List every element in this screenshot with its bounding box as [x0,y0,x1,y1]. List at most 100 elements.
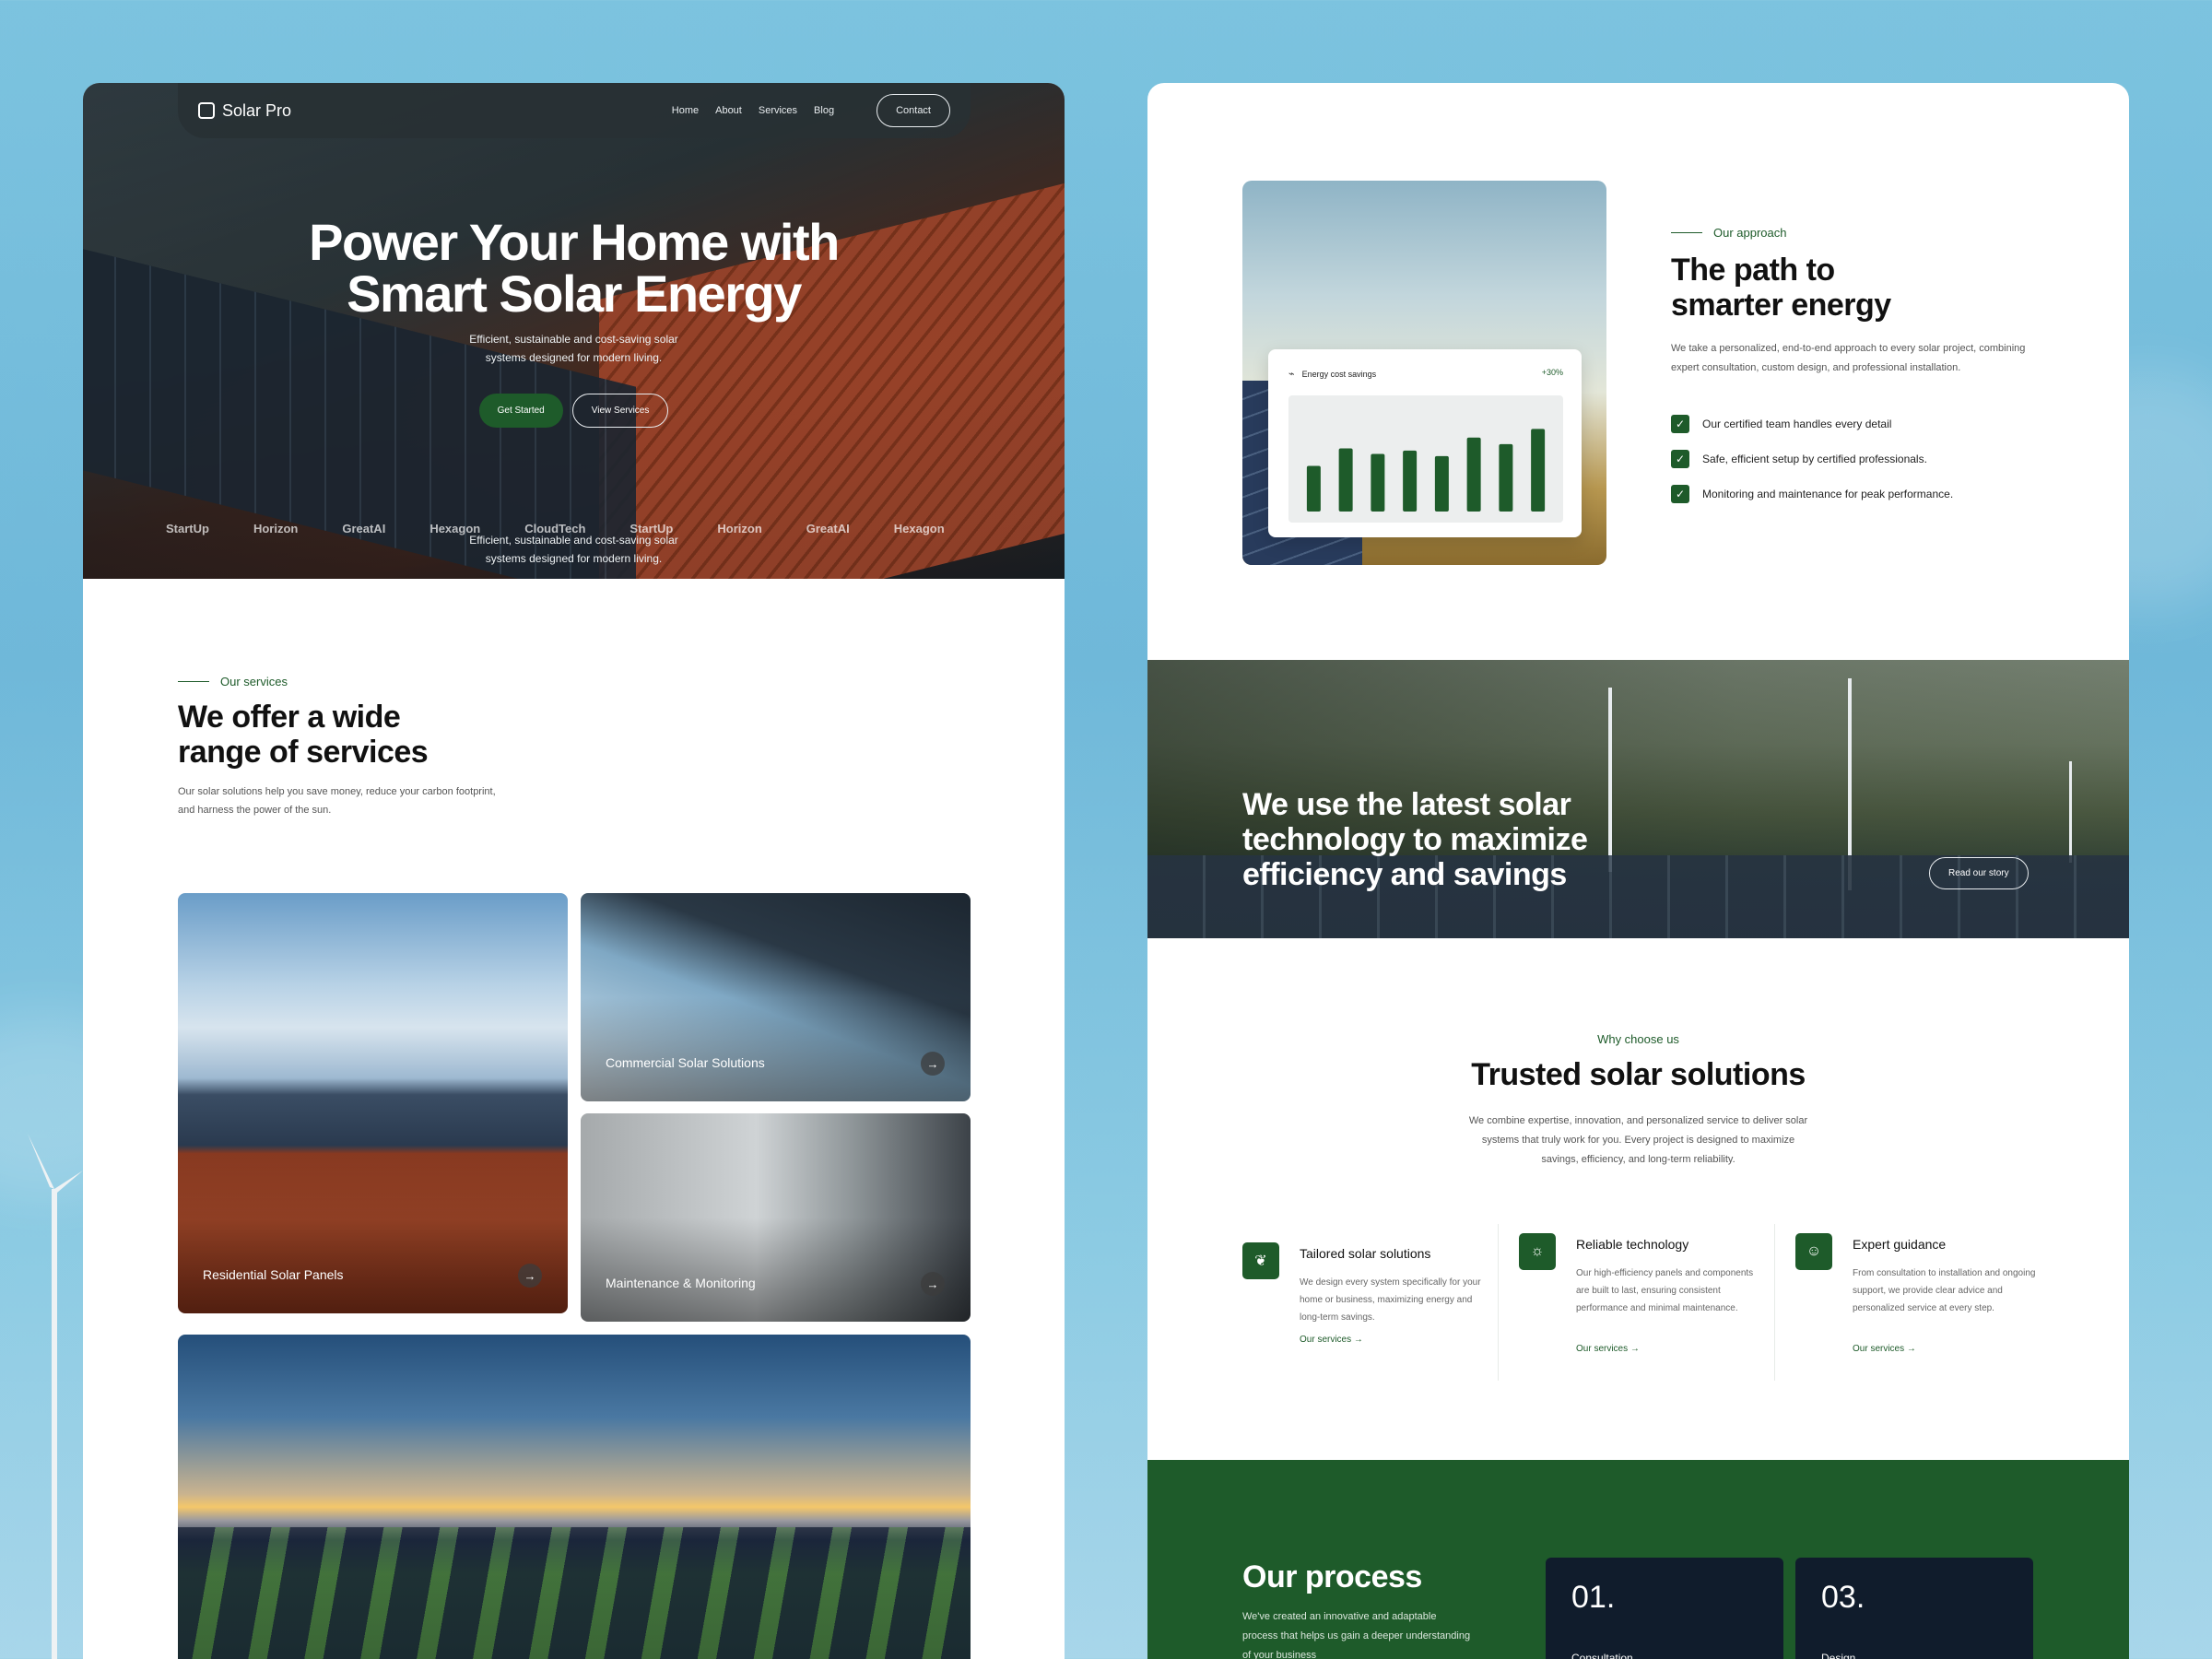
checklist-text: Our certified team handles every detail [1702,418,1892,430]
landing-page-right: ⌁ Energy cost savings +30% Our approach … [1147,83,2129,1659]
chart-bar-7 [1499,443,1513,512]
technology-banner: We use the latest solar technology to ma… [1147,660,2129,938]
hero-subtitle-line: Efficient, sustainable and cost-saving s… [469,333,678,346]
hero-subtitle-line: systems designed for modern living. [485,552,663,565]
energy-savings-chart-card: ⌁ Energy cost savings +30% [1268,349,1582,537]
process-title: Our process [1242,1559,1422,1594]
hero-subtitle-line: Efficient, sustainable and cost-saving s… [469,534,678,547]
our-services-link[interactable]: Our services → [1300,1335,1363,1345]
solar-farm-image [178,1335,971,1659]
step-label: Consultation [1571,1652,1633,1659]
leaf-icon: ❦ [1242,1242,1279,1279]
feature-text: From consultation to installation and on… [1853,1268,2036,1313]
services-title-line: range of services [178,735,429,770]
nav-about-link[interactable]: About [715,105,742,116]
services-title: We offer a wide range of services [178,700,510,770]
step-number: 01. [1571,1580,1616,1615]
logo[interactable]: Solar Pro [198,101,291,121]
approach-title-line: smarter energy [1671,288,1891,323]
banner-headline-line: technology to maximize [1242,822,1588,857]
services-description: Our solar solutions help you save money,… [178,786,496,816]
why-eyebrow: Why choose us [1597,1032,1679,1046]
services-eyebrow-text: Our services [220,675,288,688]
service-card-maintenance[interactable]: Maintenance & Monitoring → [581,1113,971,1322]
checkmark-icon: ✓ [1671,485,1689,503]
approach-eyebrow: Our approach [1671,226,2040,240]
chart-bar-2 [1338,448,1353,512]
hero-title-line: Power Your Home with [309,213,840,271]
wind-turbine-image [1608,688,1612,872]
process-step-card[interactable]: 01. Consultation [1546,1558,1783,1659]
checkmark-icon: ✓ [1671,450,1689,468]
top-navbar: Solar Pro Home About Services Blog Conta… [178,83,971,138]
chart-bar-3 [1371,453,1385,512]
hero-subtitle: Efficient, sustainable and cost-saving s… [83,330,1065,367]
why-title: Trusted solar solutions [1471,1057,1806,1092]
checkmark-icon: ✓ [1671,415,1689,433]
sun-icon: ☼ [1519,1233,1556,1270]
approach-eyebrow-text: Our approach [1713,226,1787,240]
services-eyebrow: Our services [178,675,510,688]
feature-title: Expert guidance [1853,1237,1947,1252]
approach-title: The path to smarter energy [1671,253,2040,323]
arrow-right-icon[interactable]: → [921,1052,945,1076]
checklist-text: Safe, efficient setup by certified profe… [1702,453,1927,465]
nav-blog-link[interactable]: Blog [814,105,834,116]
chart-plot-area [1288,395,1563,523]
process-description-line: of your business [1242,1650,1317,1659]
feature-title: Reliable technology [1576,1237,1689,1252]
chart-bar-4 [1403,450,1418,512]
get-started-button[interactable]: Get Started [478,394,563,428]
contact-button[interactable]: Contact [877,94,950,127]
service-card-label: Commercial Solar Solutions [606,1055,765,1070]
checklist-item: ✓ Safe, efficient setup by certified pro… [1671,450,2040,468]
feature-tailored: ❦ Tailored solar solutions We design eve… [1242,1242,1510,1390]
service-card-commercial[interactable]: Commercial Solar Solutions → [581,893,971,1101]
hero-buttons: Get Started View Services [83,394,1065,428]
logo-icon [198,102,215,119]
user-icon: ☺ [1795,1233,1832,1270]
eyebrow-divider [178,680,209,683]
nav-home-link[interactable]: Home [672,105,699,116]
feature-divider [1774,1224,1775,1381]
feature-expert: ☺ Expert guidance From consultation to i… [1795,1233,2063,1390]
approach-title-line: The path to [1671,253,1835,288]
step-label: Design [1821,1652,1856,1659]
process-step-card[interactable]: 03. Design [1795,1558,2033,1659]
service-card-residential[interactable]: Residential Solar Panels → [178,893,568,1313]
service-card-label: Maintenance & Monitoring [606,1276,756,1290]
process-description-line: We've created an innovative and adaptabl… [1242,1611,1437,1622]
feature-divider [1498,1224,1499,1381]
read-our-story-button[interactable]: Read our story [1929,857,2029,889]
process-description-line: process that helps us gain a deeper unde… [1242,1630,1471,1641]
arrow-right-icon[interactable]: → [518,1264,542,1288]
why-description-line: systems that truly work for you. Every p… [1481,1135,1795,1146]
feature-title: Tailored solar solutions [1300,1246,1431,1261]
banner-headline-line: We use the latest solar [1242,787,1571,822]
approach-section: Our approach The path to smarter energy … [1671,226,2040,503]
hero-section: Solar Pro Home About Services Blog Conta… [83,83,1065,579]
hero-title-line: Smart Solar Energy [347,265,802,323]
banner-headline: We use the latest solar technology to ma… [1242,787,1588,892]
brand-name: Solar Pro [222,100,292,120]
bar-chart [1306,429,1546,512]
trend-chart-icon: ⌁ [1288,369,1295,380]
eyebrow-divider [1671,231,1702,234]
our-services-link[interactable]: Our services → [1853,1344,1916,1354]
chart-bar-6 [1466,437,1481,512]
arrow-right-icon[interactable]: → [921,1272,945,1296]
chart-bar-5 [1434,455,1449,512]
solar-farm-rows [178,1526,971,1659]
landing-page-left: Solar Pro Home About Services Blog Conta… [83,83,1065,1659]
approach-description: We take a personalized, end-to-end appro… [1671,343,2026,373]
nav-links: Home About Services Blog Contact [672,94,950,127]
nav-services-link[interactable]: Services [759,105,797,116]
banner-headline-line: efficiency and savings [1242,857,1567,892]
our-services-link[interactable]: Our services → [1576,1344,1640,1354]
chart-delta: +30% [1541,368,1563,377]
view-services-button[interactable]: View Services [571,394,669,428]
checklist-item: ✓ Monitoring and maintenance for peak pe… [1671,485,2040,503]
chart-title: Energy cost savings [1301,369,1377,379]
feature-text: Our high-efficiency panels and component… [1576,1268,1754,1313]
services-heading: Our services We offer a wide range of se… [178,675,510,819]
